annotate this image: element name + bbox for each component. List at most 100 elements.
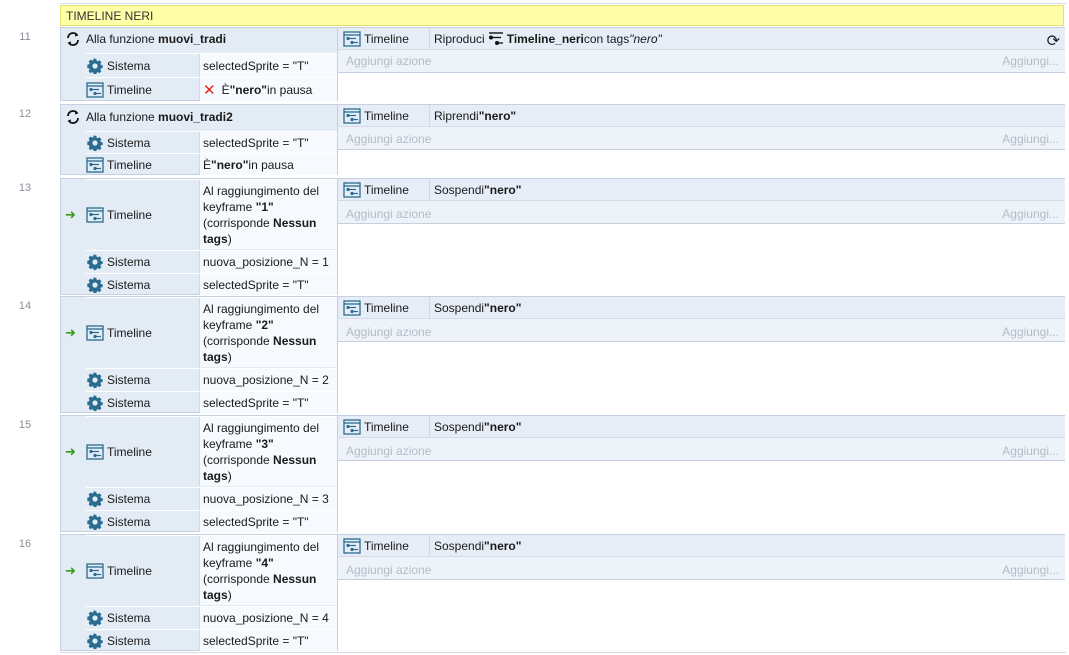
timeline-icon [86, 325, 104, 341]
trigger-row[interactable]: ➜ Timeline Al raggiungimento del keyfram… [65, 416, 337, 486]
text-part: Riprendi [434, 109, 479, 123]
condition-row[interactable]: Sistema nuova_posizione_N = 1 [86, 250, 337, 273]
condition-row[interactable]: Sistema nuova_posizione_N = 2 [86, 368, 337, 391]
condition-text[interactable]: selectedSprite = "T" [199, 54, 337, 77]
text-part: "nero" [484, 420, 522, 434]
condition-object: Timeline [86, 536, 199, 605]
condition-text[interactable]: nuova_posizione_N = 3 [199, 488, 337, 510]
refresh-icon[interactable]: ⟳ [1047, 31, 1060, 51]
condition-row[interactable]: Sistema nuova_posizione_N = 3 [86, 487, 337, 510]
condition-text[interactable]: nuova_posizione_N = 2 [199, 369, 337, 391]
event-actions[interactable]: Timeline Sospendi "nero" Aggiungi azione… [338, 534, 1065, 580]
action-row[interactable]: Timeline Sospendi "nero" [338, 535, 1065, 557]
object-name: Timeline [107, 82, 152, 97]
add-action-link[interactable]: Aggiungi azione [346, 128, 431, 150]
condition-row[interactable]: Timeline È "nero" in pausa [86, 153, 337, 175]
condition-object: Sistema [86, 132, 199, 153]
trigger-text[interactable]: Al raggiungimento del keyframe "3" (corr… [199, 417, 337, 486]
add-action-link[interactable]: Aggiungi azione [346, 203, 431, 225]
condition-text[interactable]: selectedSprite = "T" [199, 274, 337, 295]
event-actions[interactable]: Timeline Sospendi "nero" Aggiungi azione… [338, 178, 1065, 224]
text-part: in pausa [248, 157, 294, 172]
text-part: keyframe [203, 437, 256, 451]
text-part: Sospendi [434, 301, 485, 315]
add-other-link[interactable]: Aggiungi... [1002, 128, 1059, 150]
event-actions[interactable]: Timeline Riprendi "nero" Aggiungi azione… [338, 104, 1065, 150]
action-object: Timeline [343, 179, 430, 201]
trigger-text[interactable]: Al raggiungimento del keyframe "2" (corr… [199, 298, 337, 367]
event-number: 14 [18, 300, 32, 312]
condition-text[interactable]: selectedSprite = "T" [199, 511, 337, 532]
condition-row[interactable]: Sistema selectedSprite = "T" [86, 273, 337, 295]
condition-text[interactable]: selectedSprite = "T" [199, 392, 337, 413]
text-part: "nero" [629, 32, 662, 46]
condition-row[interactable]: Sistema selectedSprite = "T" [86, 510, 337, 532]
text-part: keyframe [203, 318, 256, 332]
action-row[interactable]: Timeline Riproduci Timeline_neri con tag… [338, 28, 1065, 50]
add-action-link[interactable]: Aggiungi azione [346, 559, 431, 581]
text-part: "nero" [478, 109, 517, 123]
condition-text[interactable]: selectedSprite = "T" [199, 132, 337, 153]
text-part: (corrisponde [203, 572, 274, 586]
object-name: Timeline [364, 420, 409, 434]
condition-text[interactable]: nuova_posizione_N = 4 [199, 607, 337, 629]
condition-row[interactable]: Timeline ✕ È "nero" in pausa [86, 77, 337, 101]
text-part: "nero" [484, 301, 522, 315]
add-other-link[interactable]: Aggiungi... [1002, 440, 1059, 462]
condition-text[interactable]: ✕ È "nero" in pausa [199, 78, 337, 101]
function-header[interactable]: Alla funzione muovi_tradi2 [61, 106, 337, 128]
event-number: 15 [18, 419, 32, 431]
add-action-link[interactable]: Aggiungi azione [346, 440, 431, 462]
event-conditions[interactable]: ➜ Timeline Al raggiungimento del keyfram… [60, 296, 338, 413]
trigger-text[interactable]: Al raggiungimento del keyframe "1" (corr… [199, 180, 337, 249]
event-conditions[interactable]: ➜ Timeline Al raggiungimento del keyfram… [60, 178, 338, 295]
gear-icon [86, 610, 104, 626]
function-prefix: Alla funzione [86, 110, 159, 124]
condition-object: Timeline [86, 154, 199, 175]
event-conditions[interactable]: ➜ Timeline Al raggiungimento del keyfram… [60, 415, 338, 532]
action-row[interactable]: Timeline Sospendi "nero" [338, 416, 1065, 438]
timeline-icon [343, 300, 361, 316]
condition-text[interactable]: nuova_posizione_N = 1 [199, 251, 337, 273]
function-header[interactable]: Alla funzione muovi_tradi [61, 28, 337, 50]
event-conditions[interactable]: Alla funzione muovi_tradi2 Sistema selec… [60, 104, 338, 175]
action-text[interactable]: Sospendi "nero" [434, 297, 521, 319]
event-actions[interactable]: Timeline Sospendi "nero" Aggiungi azione… [338, 415, 1065, 461]
action-row[interactable]: Timeline Riprendi "nero" [338, 105, 1065, 127]
timeline-icon [86, 444, 104, 460]
add-action-link[interactable]: Aggiungi azione [346, 50, 431, 72]
condition-row[interactable]: Sistema selectedSprite = "T" [86, 391, 337, 413]
trigger-row[interactable]: ➜ Timeline Al raggiungimento del keyfram… [65, 297, 337, 367]
action-row[interactable]: Timeline Sospendi "nero" [338, 297, 1065, 319]
event-conditions[interactable]: ➜ Timeline Al raggiungimento del keyfram… [60, 534, 338, 651]
condition-row[interactable]: Sistema selectedSprite = "T" [86, 53, 337, 77]
add-other-link[interactable]: Aggiungi... [1002, 203, 1059, 225]
condition-row[interactable]: Sistema nuova_posizione_N = 4 [86, 606, 337, 629]
add-other-link[interactable]: Aggiungi... [1002, 50, 1059, 72]
event-actions[interactable]: Timeline Sospendi "nero" Aggiungi azione… [338, 296, 1065, 342]
add-other-link[interactable]: Aggiungi... [1002, 321, 1059, 343]
event-actions[interactable]: Timeline Riproduci Timeline_neri con tag… [338, 27, 1065, 73]
add-other-link[interactable]: Aggiungi... [1002, 559, 1059, 581]
condition-text[interactable]: È "nero" in pausa [199, 154, 337, 175]
action-text[interactable]: Riproduci Timeline_neri con tags "nero" [434, 28, 662, 50]
object-name: Timeline [364, 301, 409, 315]
text-part: Al raggiungimento del [203, 421, 320, 435]
action-text[interactable]: Riprendi "nero" [434, 105, 516, 127]
add-action-link[interactable]: Aggiungi azione [346, 321, 431, 343]
condition-text[interactable]: selectedSprite = "T" [199, 630, 337, 651]
trigger-row[interactable]: ➜ Timeline Al raggiungimento del keyfram… [65, 535, 337, 605]
action-text[interactable]: Sospendi "nero" [434, 416, 521, 438]
action-row[interactable]: Timeline Sospendi "nero" [338, 179, 1065, 201]
event-14: 14 ➜ Timeline Al raggiungimento del keyf… [0, 296, 1069, 413]
action-text[interactable]: Sospendi "nero" [434, 535, 521, 557]
action-text[interactable]: Sospendi "nero" [434, 179, 521, 201]
object-name: Sistema [107, 135, 151, 150]
comment-row[interactable]: TIMELINE NERI [60, 5, 1064, 26]
trigger-text[interactable]: Al raggiungimento del keyframe "4" (corr… [199, 536, 337, 605]
text-part: Nessun [273, 334, 317, 348]
event-conditions[interactable]: Alla funzione muovi_tradi Sistema select… [60, 27, 338, 101]
condition-row[interactable]: Sistema selectedSprite = "T" [86, 629, 337, 651]
condition-row[interactable]: Sistema selectedSprite = "T" [86, 131, 337, 153]
trigger-row[interactable]: ➜ Timeline Al raggiungimento del keyfram… [65, 179, 337, 249]
